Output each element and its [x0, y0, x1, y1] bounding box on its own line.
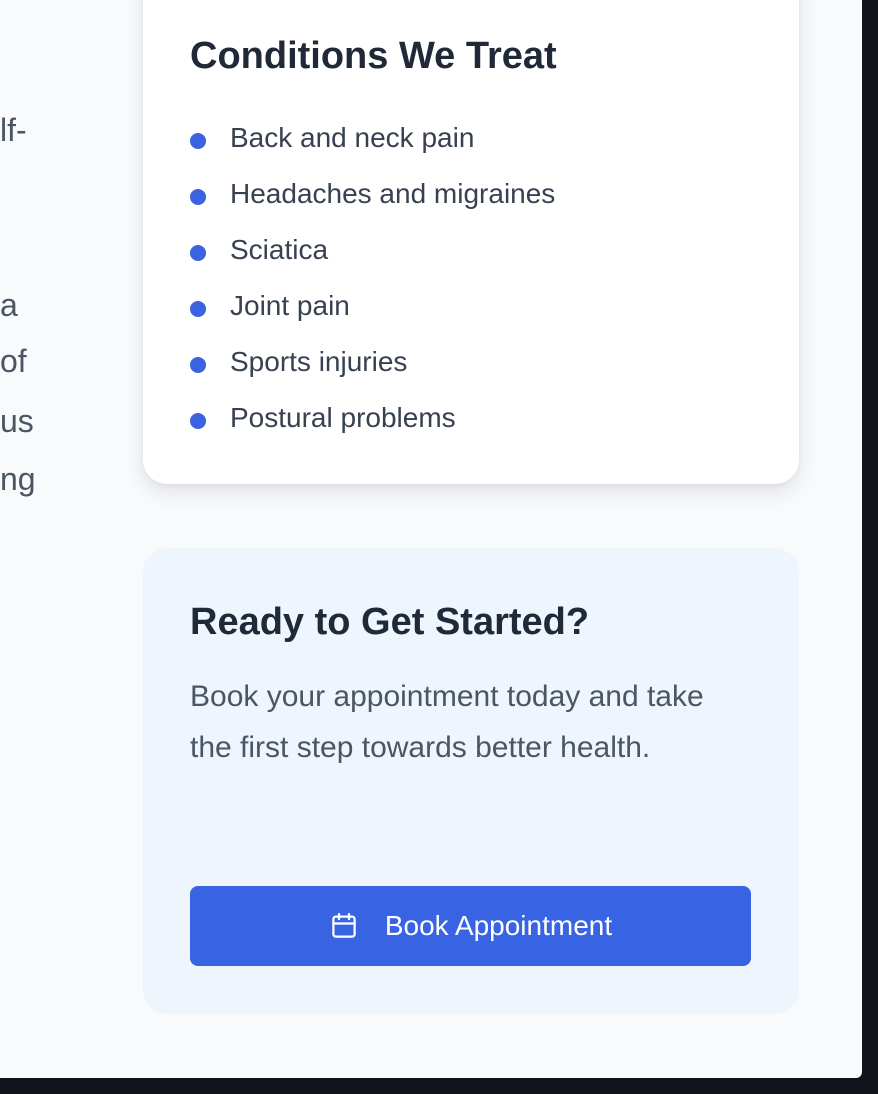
left-text-line: ng — [0, 461, 36, 497]
list-item: Sciatica — [190, 222, 555, 278]
list-item: Sports injuries — [190, 334, 555, 390]
bullet-icon — [190, 413, 206, 429]
condition-label: Joint pain — [230, 290, 350, 321]
condition-label: Headaches and migraines — [230, 178, 556, 209]
list-item: Joint pain — [190, 278, 555, 334]
left-text-line: a — [0, 287, 18, 323]
bullet-icon — [190, 245, 206, 261]
book-appointment-label: Book Appointment — [384, 910, 613, 941]
conditions-card: Conditions We Treat Back and neck pain H… — [143, 0, 799, 484]
bullet-icon — [190, 301, 206, 317]
bullet-icon — [190, 357, 206, 373]
list-item: Back and neck pain — [190, 110, 555, 166]
bullet-icon — [190, 133, 206, 149]
bullet-icon — [190, 189, 206, 205]
conditions-list: Back and neck pain Headaches and migrain… — [190, 110, 555, 446]
calendar-icon — [332, 913, 356, 938]
left-text-line: lf- — [0, 112, 27, 148]
list-item: Postural problems — [190, 390, 555, 446]
book-appointment-button[interactable]: Book Appointment — [190, 886, 751, 966]
cta-card: Ready to Get Started? Book your appointm… — [143, 548, 799, 1014]
condition-label: Sports injuries — [230, 346, 408, 377]
cta-title: Ready to Get Started? — [190, 601, 590, 643]
left-text-line: us — [0, 403, 34, 439]
page: lf- a of us ng Conditions We Treat Back … — [0, 0, 862, 1078]
list-item: Headaches and migraines — [190, 166, 555, 222]
conditions-title: Conditions We Treat — [190, 35, 557, 77]
condition-label: Sciatica — [230, 234, 329, 265]
cta-description: Book your appointment today and take the… — [190, 679, 704, 764]
condition-label: Postural problems — [230, 402, 456, 433]
left-column-text: lf- a of us ng — [0, 0, 60, 600]
left-text-line: of — [0, 343, 27, 379]
condition-label: Back and neck pain — [230, 122, 475, 153]
